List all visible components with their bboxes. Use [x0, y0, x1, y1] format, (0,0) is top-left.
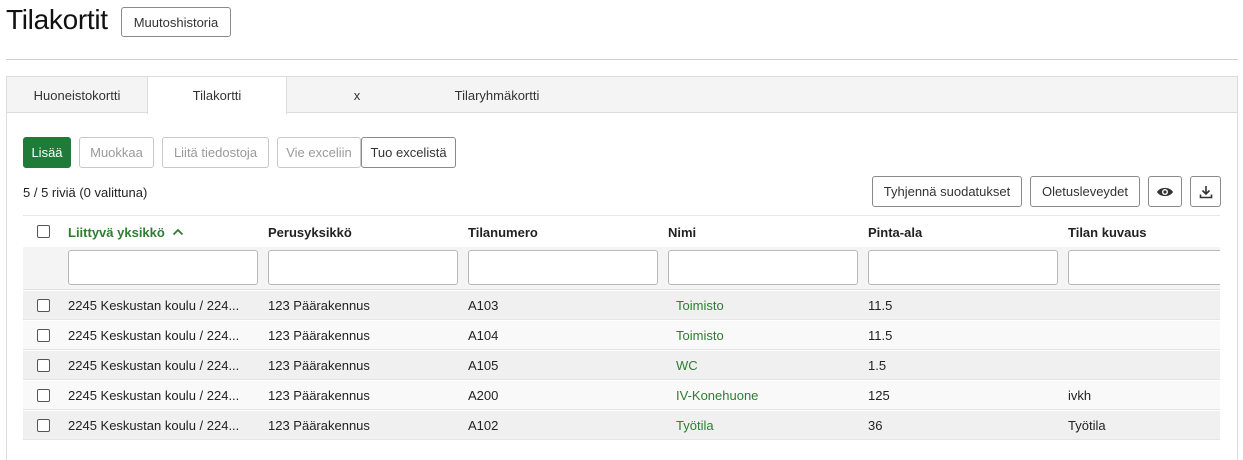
- cell-unit: 2245 Keskustan koulu / 224...: [68, 328, 240, 343]
- page-title: Tilakortit: [6, 4, 108, 35]
- cell-number: A104: [468, 328, 499, 343]
- column-visibility-button[interactable]: [1148, 176, 1182, 207]
- download-icon: [1199, 185, 1212, 198]
- filter-input-name[interactable]: [668, 250, 858, 285]
- cell-number: A103: [468, 298, 499, 313]
- cell-name-link[interactable]: WC: [676, 351, 698, 380]
- cell-base: 123 Päärakennus: [268, 328, 370, 343]
- table-row[interactable]: 2245 Keskustan koulu / 224... 123 Päärak…: [23, 381, 1220, 410]
- cell-base: 123 Päärakennus: [268, 388, 370, 403]
- row-checkbox[interactable]: [37, 389, 50, 402]
- cell-name-link[interactable]: Työtila: [676, 411, 714, 440]
- column-header-name[interactable]: Nimi: [668, 216, 696, 248]
- select-all-checkbox[interactable]: [37, 225, 50, 238]
- cell-area: 36: [868, 418, 883, 433]
- column-header-area[interactable]: Pinta-ala: [868, 216, 922, 248]
- cell-name-link[interactable]: Toimisto: [676, 321, 724, 350]
- cell-description: Työtila: [1068, 418, 1106, 433]
- import-excel-button[interactable]: Tuo excelistä: [361, 137, 456, 168]
- add-button[interactable]: Lisää: [23, 137, 71, 168]
- filter-input-area[interactable]: [868, 250, 1058, 285]
- cell-area: 1.5: [868, 358, 887, 373]
- filter-row: [23, 247, 1220, 290]
- tab-tilaryhmakortti[interactable]: Tilaryhmäkortti: [427, 77, 567, 113]
- default-widths-button[interactable]: Oletusleveydet: [1030, 176, 1140, 207]
- edit-button[interactable]: Muokkaa: [79, 137, 154, 168]
- column-header-label: Liittyvä yksikkö: [68, 224, 165, 240]
- tab-x[interactable]: x: [287, 77, 427, 113]
- cell-base: 123 Päärakennus: [268, 358, 370, 373]
- column-header-number[interactable]: Tilanumero: [468, 216, 538, 248]
- change-history-button[interactable]: Muutoshistoria: [121, 7, 231, 37]
- cell-name-link[interactable]: Toimisto: [676, 291, 724, 320]
- row-checkbox[interactable]: [37, 419, 50, 432]
- cell-unit: 2245 Keskustan koulu / 224...: [68, 358, 240, 373]
- cell-number: A105: [468, 358, 499, 373]
- sort-ascending-icon: [172, 228, 183, 236]
- filter-input-unit[interactable]: [68, 250, 258, 285]
- cell-unit: 2245 Keskustan koulu / 224...: [68, 388, 240, 403]
- row-checkbox[interactable]: [37, 359, 50, 372]
- cell-name-link[interactable]: IV-Konehuone: [676, 381, 758, 410]
- cell-unit: 2245 Keskustan koulu / 224...: [68, 298, 240, 313]
- cell-base: 123 Päärakennus: [268, 298, 370, 313]
- table-row[interactable]: 2245 Keskustan koulu / 224... 123 Päärak…: [23, 411, 1220, 440]
- grid-header: Liittyvä yksikkö Perusyksikkö Tilanumero…: [23, 215, 1220, 247]
- tab-huoneistokortti[interactable]: Huoneistokortti: [7, 77, 147, 113]
- eye-icon: [1157, 187, 1173, 196]
- data-grid: Liittyvä yksikkö Perusyksikkö Tilanumero…: [23, 215, 1220, 441]
- filter-input-number[interactable]: [468, 250, 658, 285]
- row-checkbox[interactable]: [37, 329, 50, 342]
- tab-bar: Huoneistokortti Tilakortti x Tilaryhmäko…: [7, 77, 1237, 114]
- row-count: 5 / 5 riviä (0 valittuna): [23, 185, 148, 200]
- clear-filters-button[interactable]: Tyhjennä suodatukset: [872, 176, 1022, 207]
- export-excel-button[interactable]: Vie exceliin: [277, 137, 361, 168]
- column-header-base[interactable]: Perusyksikkö: [268, 216, 352, 248]
- cell-number: A102: [468, 418, 499, 433]
- download-button[interactable]: [1190, 176, 1221, 207]
- cell-description: ivkh: [1068, 388, 1092, 403]
- cell-base: 123 Päärakennus: [268, 418, 370, 433]
- cell-number: A200: [468, 388, 499, 403]
- tab-tilakortti[interactable]: Tilakortti: [147, 77, 287, 114]
- cell-area: 11.5: [868, 328, 893, 343]
- filter-input-base[interactable]: [268, 250, 458, 285]
- column-header-description[interactable]: Tilan kuvaus: [1068, 216, 1147, 248]
- table-row[interactable]: 2245 Keskustan koulu / 224... 123 Päärak…: [23, 351, 1220, 380]
- cell-area: 11.5: [868, 298, 893, 313]
- cell-unit: 2245 Keskustan koulu / 224...: [68, 418, 240, 433]
- row-checkbox[interactable]: [37, 299, 50, 312]
- table-row[interactable]: 2245 Keskustan koulu / 224... 123 Päärak…: [23, 291, 1220, 320]
- divider: [6, 59, 1238, 60]
- cell-area: 125: [868, 388, 890, 403]
- filter-input-description[interactable]: [1068, 250, 1220, 285]
- attach-files-button[interactable]: Liitä tiedostoja: [162, 137, 269, 168]
- column-header-unit[interactable]: Liittyvä yksikkö: [68, 216, 184, 248]
- table-row[interactable]: 2245 Keskustan koulu / 224... 123 Päärak…: [23, 321, 1220, 350]
